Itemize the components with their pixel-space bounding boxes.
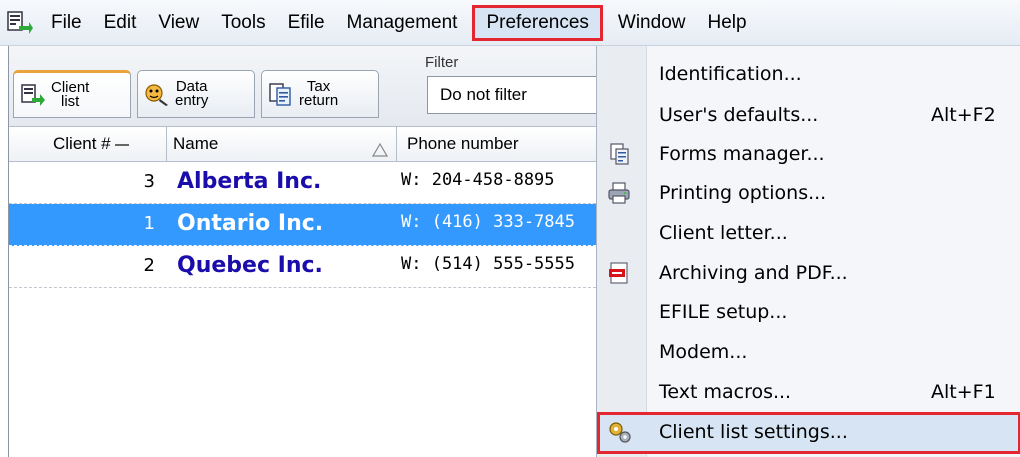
menu-efile[interactable]: Efile [277, 5, 336, 41]
client-number: 2 [143, 255, 155, 276]
menu-preferences[interactable]: Preferences [472, 4, 603, 41]
menu-item-label: Identification... [659, 63, 802, 85]
tab-tax-return[interactable]: Tax return [261, 70, 379, 118]
client-phone: W: (416) 333-7845 [401, 212, 575, 232]
menu-item-label: Archiving and PDF... [659, 262, 848, 284]
client-list-pane: Client list Data entry Tax return Filter… [8, 46, 601, 457]
client-table-body: 3 Alberta Inc. W: 204-458-8895 1 Ontario… [9, 162, 601, 288]
printer-icon [605, 179, 635, 207]
table-row[interactable]: 1 Ontario Inc. W: (416) 333-7845 [9, 204, 601, 246]
tab-client-list[interactable]: Client list [13, 70, 131, 118]
tab-toolbar: Client list Data entry Tax return Filter… [9, 46, 601, 126]
menu-item-label: Forms manager... [659, 143, 825, 165]
settings-gears-icon [605, 418, 635, 446]
column-header-phone[interactable]: Phone number [397, 127, 601, 161]
tab-line2: entry [175, 92, 209, 109]
menu-view[interactable]: View [147, 5, 210, 41]
app-icon[interactable] [6, 9, 34, 37]
menu-item-archiving-pdf[interactable]: Archiving and PDF... [597, 253, 1020, 293]
menu-item-modem[interactable]: Modem... [597, 332, 1020, 372]
client-list-icon [20, 82, 46, 108]
menu-item-label: User's defaults... [659, 104, 819, 126]
menu-item-label: Text macros... [659, 381, 792, 403]
forms-manager-icon [605, 140, 635, 168]
tab-tax-return-label: Tax return [299, 79, 339, 109]
menu-item-client-letter[interactable]: Client letter... [597, 213, 1020, 253]
menu-item-text-macros[interactable]: Text macros... Alt+F1 [597, 372, 1020, 412]
tab-line2: return [299, 92, 339, 109]
menu-item-label: Printing options... [659, 182, 827, 204]
tab-line2: list [61, 93, 80, 110]
menu-bar: File Edit View Tools Efile Management Pr… [0, 0, 1020, 46]
menu-item-users-defaults[interactable]: User's defaults... Alt+F2 [597, 95, 1020, 135]
preferences-dropdown-menu: Identification... User's defaults... Alt… [596, 46, 1020, 457]
menu-item-identification[interactable]: Identification... [597, 54, 1020, 94]
menu-item-label: Client letter... [659, 222, 788, 244]
tab-data-entry-label: Data entry [175, 79, 209, 109]
menu-edit[interactable]: Edit [93, 5, 148, 41]
client-number: 3 [143, 171, 155, 192]
table-row[interactable]: 2 Quebec Inc. W: (514) 555-5555 [9, 246, 601, 288]
menu-item-label: Modem... [659, 341, 748, 363]
menu-management[interactable]: Management [336, 5, 469, 41]
pdf-icon [605, 259, 635, 287]
menu-item-shortcut: Alt+F1 [931, 381, 996, 403]
tax-return-icon [268, 81, 294, 107]
menu-item-forms-manager[interactable]: Forms manager... [597, 134, 1020, 174]
tab-client-list-label: Client list [51, 80, 89, 110]
menu-file[interactable]: File [40, 5, 93, 41]
filter-select[interactable]: Do not filter [427, 76, 597, 114]
column-label: Name [173, 134, 219, 153]
sort-indicator-icon [114, 143, 129, 146]
table-row[interactable]: 3 Alberta Inc. W: 204-458-8895 [9, 162, 601, 204]
client-name: Quebec Inc. [177, 253, 323, 278]
client-name: Ontario Inc. [177, 211, 324, 236]
client-phone: W: (514) 555-5555 [401, 254, 575, 274]
menu-help[interactable]: Help [696, 5, 757, 41]
menu-item-client-list-settings[interactable]: Client list settings... [597, 412, 1020, 454]
menu-item-label: EFILE setup... [659, 301, 788, 323]
column-header-client-number[interactable]: Client # [9, 127, 167, 161]
column-label: Client # [53, 134, 111, 153]
data-entry-icon [144, 81, 170, 107]
menu-item-label: Client list settings... [659, 421, 848, 443]
menu-window[interactable]: Window [607, 5, 697, 41]
menu-item-shortcut: Alt+F2 [931, 104, 996, 126]
menu-tools[interactable]: Tools [210, 5, 276, 41]
client-number: 1 [143, 213, 155, 234]
menu-item-printing-options[interactable]: Printing options... [597, 173, 1020, 213]
filter-label: Filter [425, 54, 459, 71]
client-name: Alberta Inc. [177, 169, 322, 194]
tab-data-entry[interactable]: Data entry [137, 70, 255, 118]
table-header: Client # Name Phone number [9, 126, 601, 162]
menu-item-efile-setup[interactable]: EFILE setup... [597, 292, 1020, 332]
client-phone: W: 204-458-8895 [401, 170, 555, 190]
column-header-name[interactable]: Name [167, 127, 397, 161]
